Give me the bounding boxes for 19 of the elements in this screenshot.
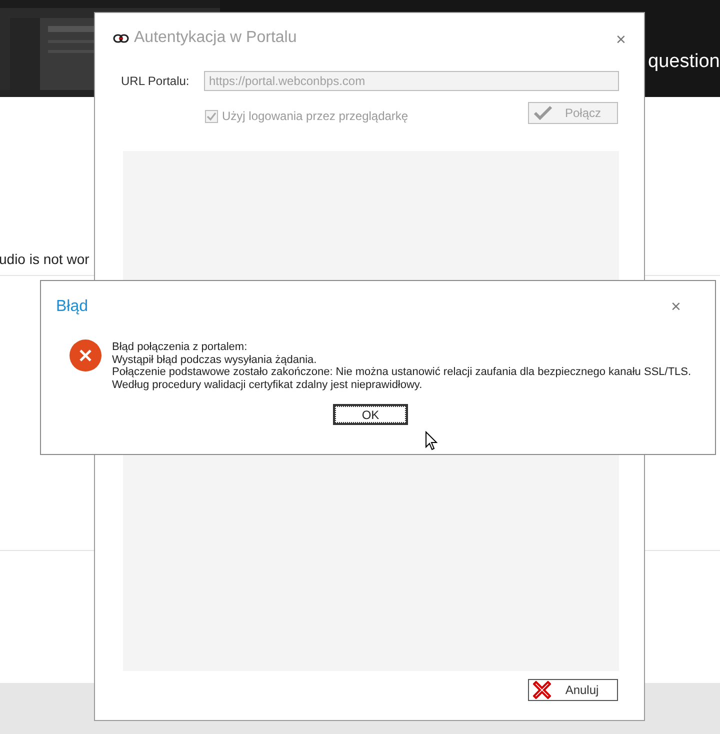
error-message: Według procedury walidacji certyfikat zdalny jest nieprawidłowy. <box>112 378 424 392</box>
close-button[interactable]: × <box>671 298 681 315</box>
error-icon <box>69 339 102 372</box>
check-icon <box>533 105 553 121</box>
field-label: URL Portalu: <box>121 74 190 88</box>
cancel-button[interactable]: Anuluj <box>528 679 618 701</box>
dialog-title: Błąd <box>56 298 88 316</box>
error-message: Połączenie podstawowe zostało zakończone: Nie można ustanowić relacji zaufania dla bezpiecznego kanału SSL/TLS. <box>112 366 692 379</box>
post-title: udio is not wor <box>0 251 90 267</box>
ok-button[interactable]: OK <box>333 404 408 425</box>
cross-icon <box>533 681 551 699</box>
dialog-title: Autentykacja w Portalu <box>134 29 297 47</box>
error-message: Błąd połączenia z portalem: <box>112 341 248 354</box>
checkbox-label: Użyj logowania przez przeglądarkę <box>222 109 408 123</box>
link-icon <box>113 34 129 42</box>
error-message: Wystąpił błąd podczas wysyłania żądania. <box>112 354 318 366</box>
cursor-icon <box>425 431 438 451</box>
banner-subtitle: question <box>648 51 720 73</box>
close-button[interactable]: × <box>616 31 626 48</box>
